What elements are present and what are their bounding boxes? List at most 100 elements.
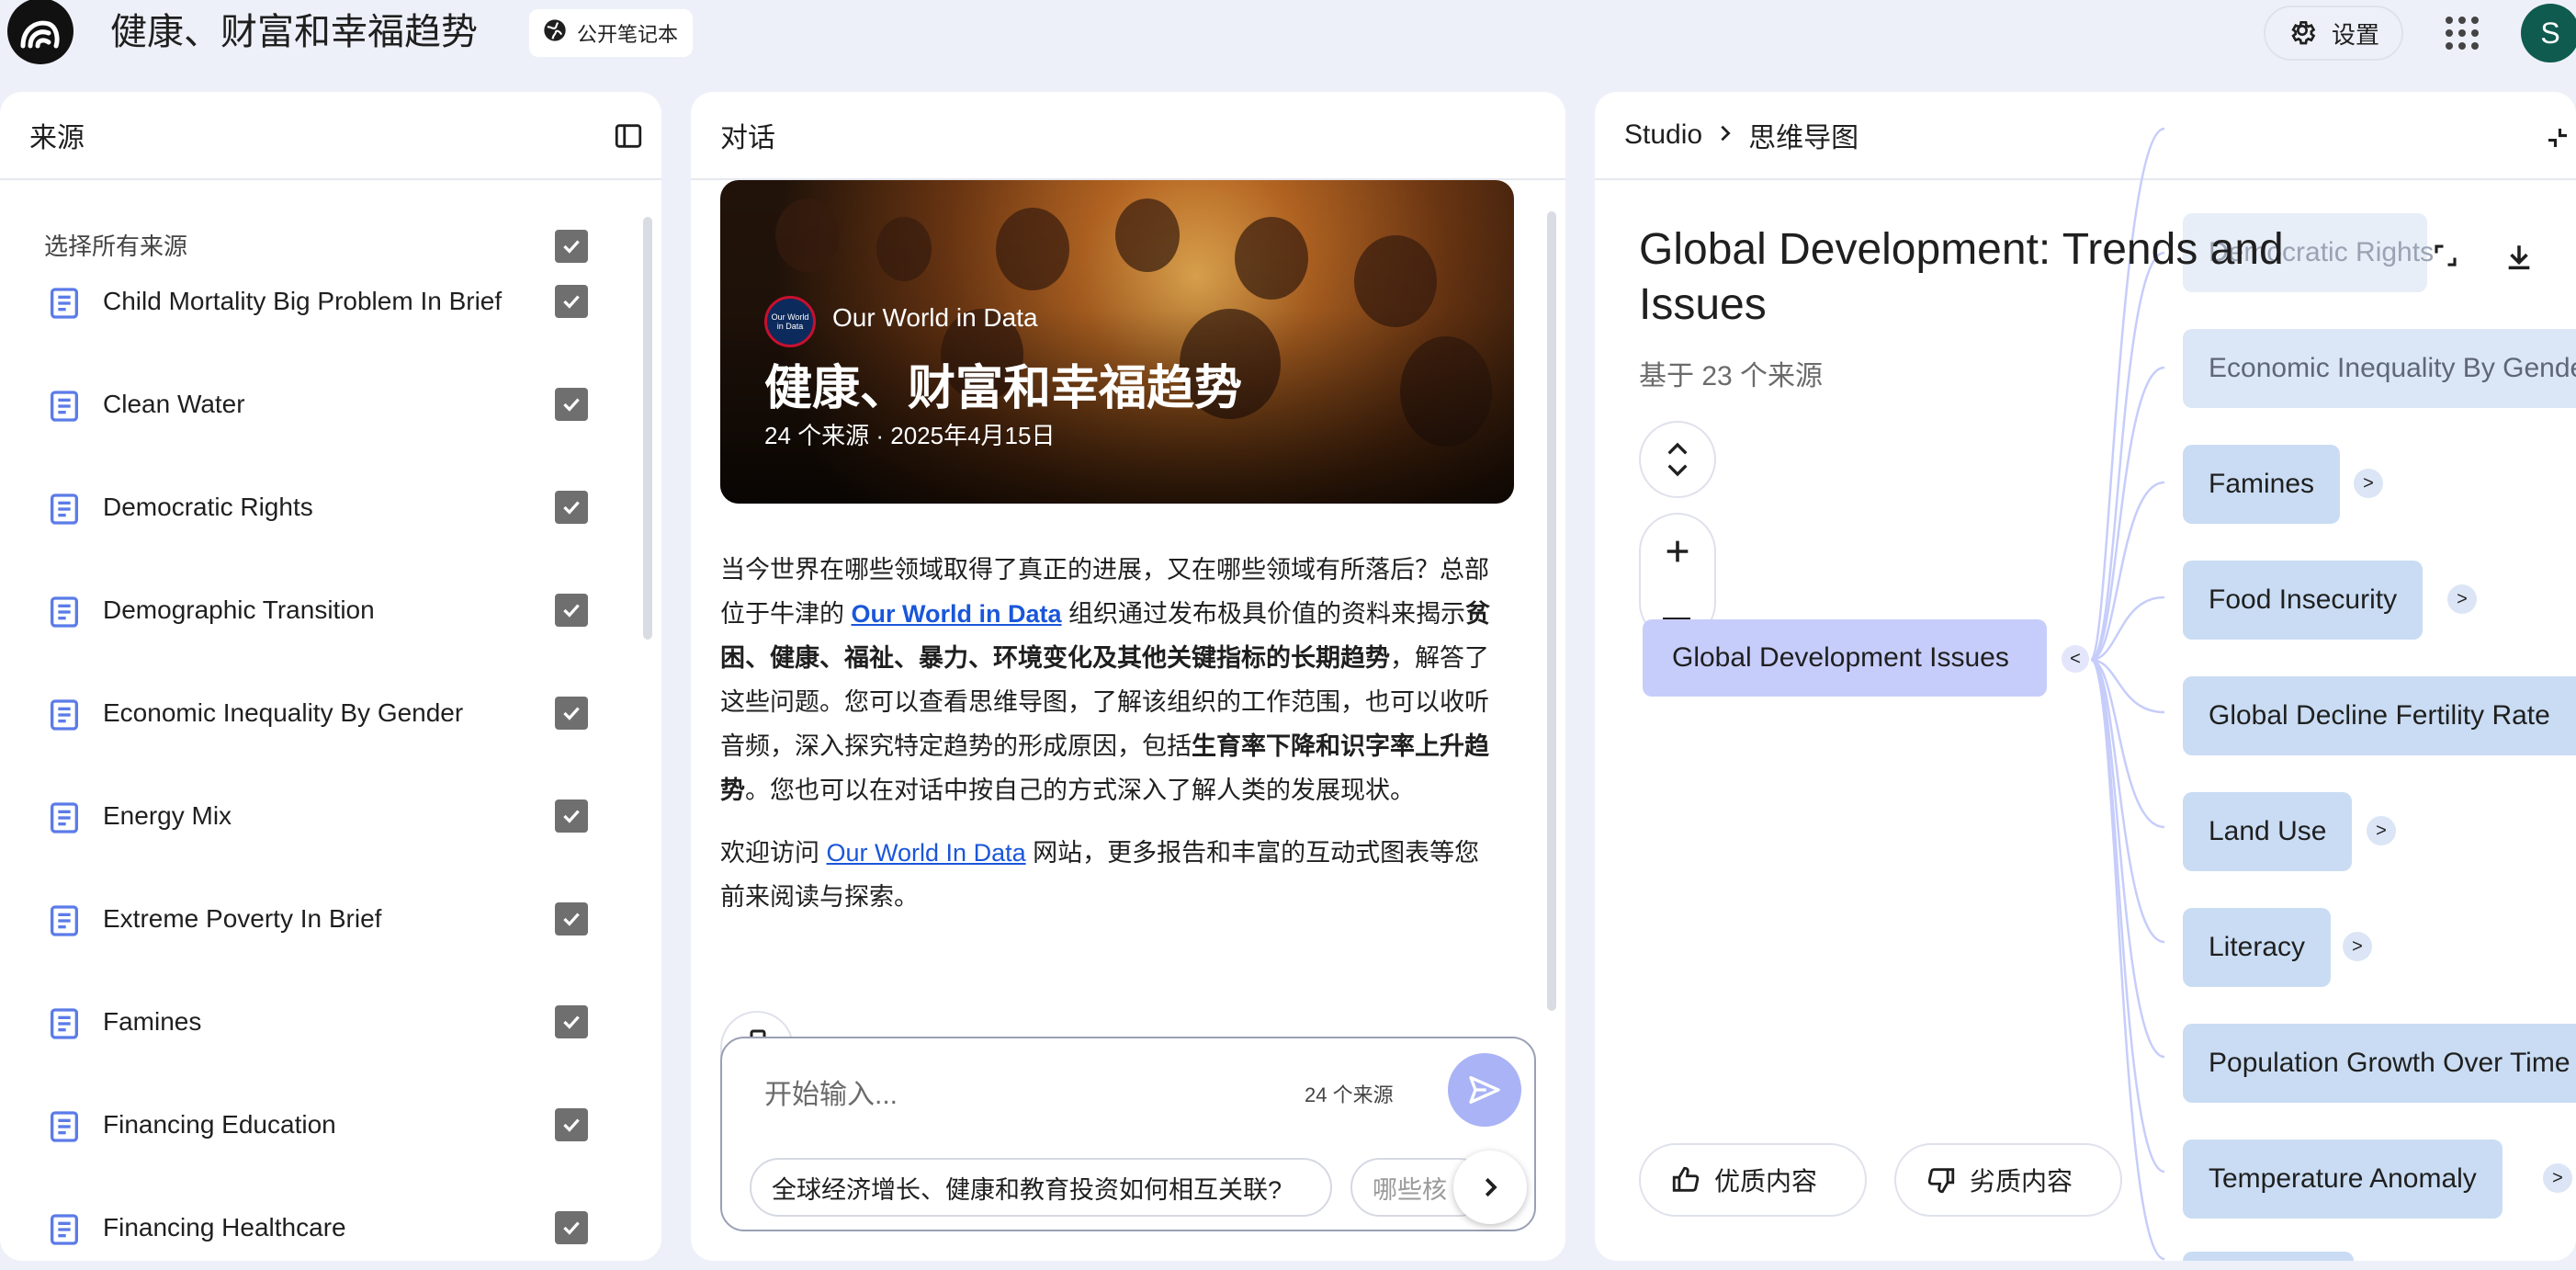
mindmap-expand-food-insecurity[interactable]: > [2447,584,2477,614]
bad-content-button[interactable]: 劣质内容 [1894,1143,2122,1217]
expand-all-button[interactable] [1639,421,1716,498]
mindmap-expand-famines[interactable]: > [2354,469,2383,498]
thumbs-down-icon [1927,1168,1955,1194]
notebook-hero-image: Our World in Data Our World in Data 健康、财… [720,180,1514,504]
source-item[interactable]: Energy Mix [0,765,625,867]
source-label: Democratic Rights [103,493,313,521]
source-checkbox[interactable] [555,1108,588,1141]
source-checkbox[interactable] [555,902,588,935]
mindmap-node-food-insecurity[interactable]: Food Insecurity [2183,561,2423,640]
source-checkbox[interactable] [555,1005,588,1038]
mindmap-node-land-use[interactable]: Land Use [2183,792,2353,871]
zoom-in-button[interactable] [1641,515,1714,588]
source-checkbox[interactable] [555,594,588,627]
mindmap-node-temperature-anomaly[interactable]: Temperature Anomaly [2183,1140,2503,1219]
sources-scrollbar[interactable] [643,217,652,640]
source-checkbox[interactable] [555,1211,588,1244]
thumbs-up-icon [1672,1166,1700,1192]
suggestion-chip-1[interactable]: 全球经济增长、健康和教育投资如何相互关联? [750,1158,1332,1217]
document-icon [46,388,83,425]
mindmap-expand-temperature[interactable]: > [2543,1163,2572,1193]
next-suggestions-button[interactable] [1453,1151,1527,1224]
apps-grid-icon[interactable] [2440,11,2484,55]
owid-link[interactable]: Our World in Data [852,600,1062,628]
document-icon [46,799,83,836]
mindmap-node-literacy[interactable]: Literacy [2183,908,2332,987]
public-notebook-chip: 公开笔记本 [529,9,694,57]
mindmap-node-economic-inequality[interactable]: Economic Inequality By Gender [2183,329,2576,408]
good-content-button[interactable]: 优质内容 [1639,1143,1867,1217]
gear-icon [2288,16,2317,51]
chat-scrollbar[interactable] [1547,211,1556,1011]
source-checkbox[interactable] [555,799,588,833]
owid-website-link[interactable]: Our World In Data [827,839,1026,867]
chat-composer: 开始输入... 24 个来源 全球经济增长、健康和教育投资如何相互关联? 哪些核 [720,1037,1536,1231]
avatar[interactable]: S [2521,4,2576,62]
source-label: Child Mortality Big Problem In Brief [103,287,503,315]
source-item[interactable]: Extreme Poverty In Brief [0,867,625,970]
collapse-panel-icon[interactable] [610,118,647,154]
source-item[interactable]: Financing Education [0,1073,625,1176]
document-icon [46,594,83,630]
hero-gradient-overlay [720,180,1514,504]
source-item[interactable]: Financing Healthcare [0,1176,625,1261]
source-item[interactable]: Famines [0,970,625,1073]
mindmap-node-partial[interactable] [2183,1252,2354,1261]
sources-header: 来源 [0,92,661,180]
mindmap-root-node[interactable]: Global Development Issues [1643,619,2047,697]
sources-panel: 来源 选择所有来源 Child Mortality Big Problem In… [0,92,661,1261]
notebook-title: 健康、财富和幸福趋势 [110,12,478,52]
source-label: Energy Mix [103,801,232,830]
document-icon [46,1108,83,1145]
mindmap-source-count: 基于 23 个来源 [1639,361,1824,391]
source-item[interactable]: Economic Inequality By Gender [0,662,625,765]
document-icon [46,1211,83,1248]
source-checkbox[interactable] [555,285,588,318]
hero-publisher: Our World in Data [832,303,1038,332]
hero-title: 健康、财富和幸福趋势 [764,362,1243,415]
source-checkbox[interactable] [555,388,588,421]
mindmap-expand-literacy[interactable]: > [2343,932,2372,961]
source-label: Famines [103,1007,202,1036]
mindmap-node-famines[interactable]: Famines [2183,445,2341,524]
chat-input[interactable]: 开始输入... [764,1072,898,1112]
source-label: Extreme Poverty In Brief [103,904,382,933]
globe-icon [542,17,568,49]
chevron-right-icon [1485,1177,1497,1197]
public-notebook-label: 公开笔记本 [577,23,679,46]
source-item[interactable]: Democratic Rights [0,456,625,559]
mindmap-expand-land-use[interactable]: > [2367,816,2396,845]
intro-paragraph-2: 欢迎访问 Our World In Data 网站，更多报告和丰富的互动式图表等… [720,839,1480,911]
settings-button[interactable]: 设置 [2264,6,2403,61]
mindmap-node-population-growth[interactable]: Population Growth Over Time [2183,1024,2576,1103]
plus-icon [1666,540,1689,562]
source-item[interactable]: Child Mortality Big Problem In Brief [0,250,625,353]
document-icon [46,697,83,733]
sources-title: 来源 [29,123,85,153]
mindmap-title: Global Development: Trends and Issues [1639,225,2284,329]
source-item[interactable]: Demographic Transition [0,559,625,662]
source-label: Clean Water [103,390,245,418]
download-icon[interactable] [2499,237,2539,278]
send-icon [1469,1076,1500,1104]
notebooklm-logo-icon[interactable] [7,0,73,64]
document-icon [46,491,83,527]
owid-logo-icon: Our World in Data [764,296,816,347]
good-content-label: 优质内容 [1714,1167,1818,1196]
mindmap-collapse-root[interactable]: < [2062,645,2089,673]
source-checkbox[interactable] [555,697,588,730]
source-checkbox[interactable] [555,491,588,524]
source-label: Economic Inequality By Gender [103,698,464,727]
settings-label: 设置 [2331,20,2379,49]
source-label: Demographic Transition [103,595,375,624]
send-button[interactable] [1448,1053,1521,1127]
source-item[interactable]: Clean Water [0,353,625,456]
source-label: Financing Healthcare [103,1213,346,1242]
bad-content-label: 劣质内容 [1970,1167,2073,1196]
chat-title: 对话 [720,123,775,153]
studio-panel: Studio 思维导图 Democratic Rights Economic I… [1595,92,2576,1261]
top-bar: 健康、财富和幸福趋势 公开笔记本 设置 S [0,0,2576,66]
fullscreen-icon[interactable] [2427,237,2464,274]
mindmap-node-fertility-rate[interactable]: Global Decline Fertility Rate [2183,676,2576,755]
document-icon [46,285,83,322]
